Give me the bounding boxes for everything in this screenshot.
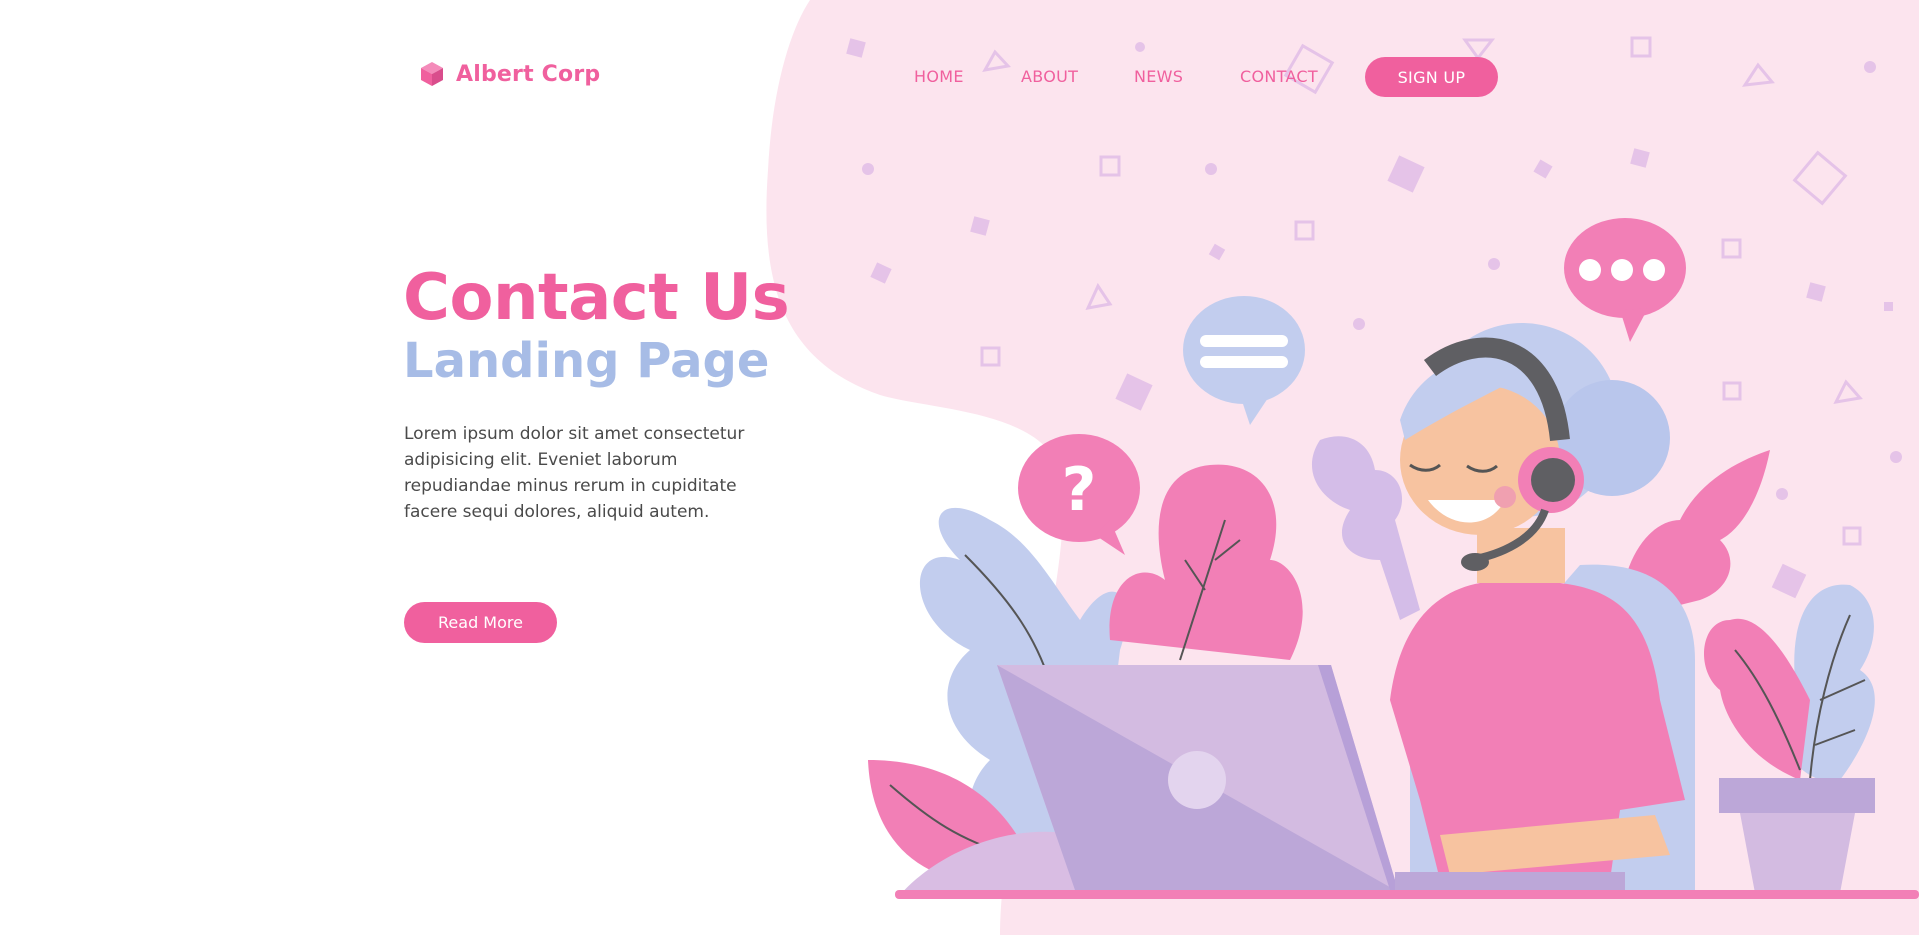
nav-home-link[interactable]: HOME [914, 67, 964, 86]
hero-illustration: ? [766, 0, 1919, 935]
main-nav: HOME ABOUT NEWS CONTACT SIGN UP [0, 57, 1919, 97]
nav-about-link[interactable]: ABOUT [1021, 67, 1078, 86]
sign-up-button[interactable]: SIGN UP [1365, 57, 1498, 97]
hero-description: Lorem ipsum dolor sit amet consectetur a… [404, 424, 745, 522]
read-more-button[interactable]: Read More [404, 602, 557, 643]
hero-title: Contact Us [403, 261, 790, 335]
nav-contact-link[interactable]: CONTACT [1240, 67, 1318, 86]
nav-news-link[interactable]: NEWS [1134, 67, 1183, 86]
desk-surface [895, 890, 1919, 899]
svg-text:?: ? [1062, 455, 1097, 525]
hero-subtitle: Landing Page [403, 333, 770, 389]
support-agent [1390, 323, 1695, 895]
